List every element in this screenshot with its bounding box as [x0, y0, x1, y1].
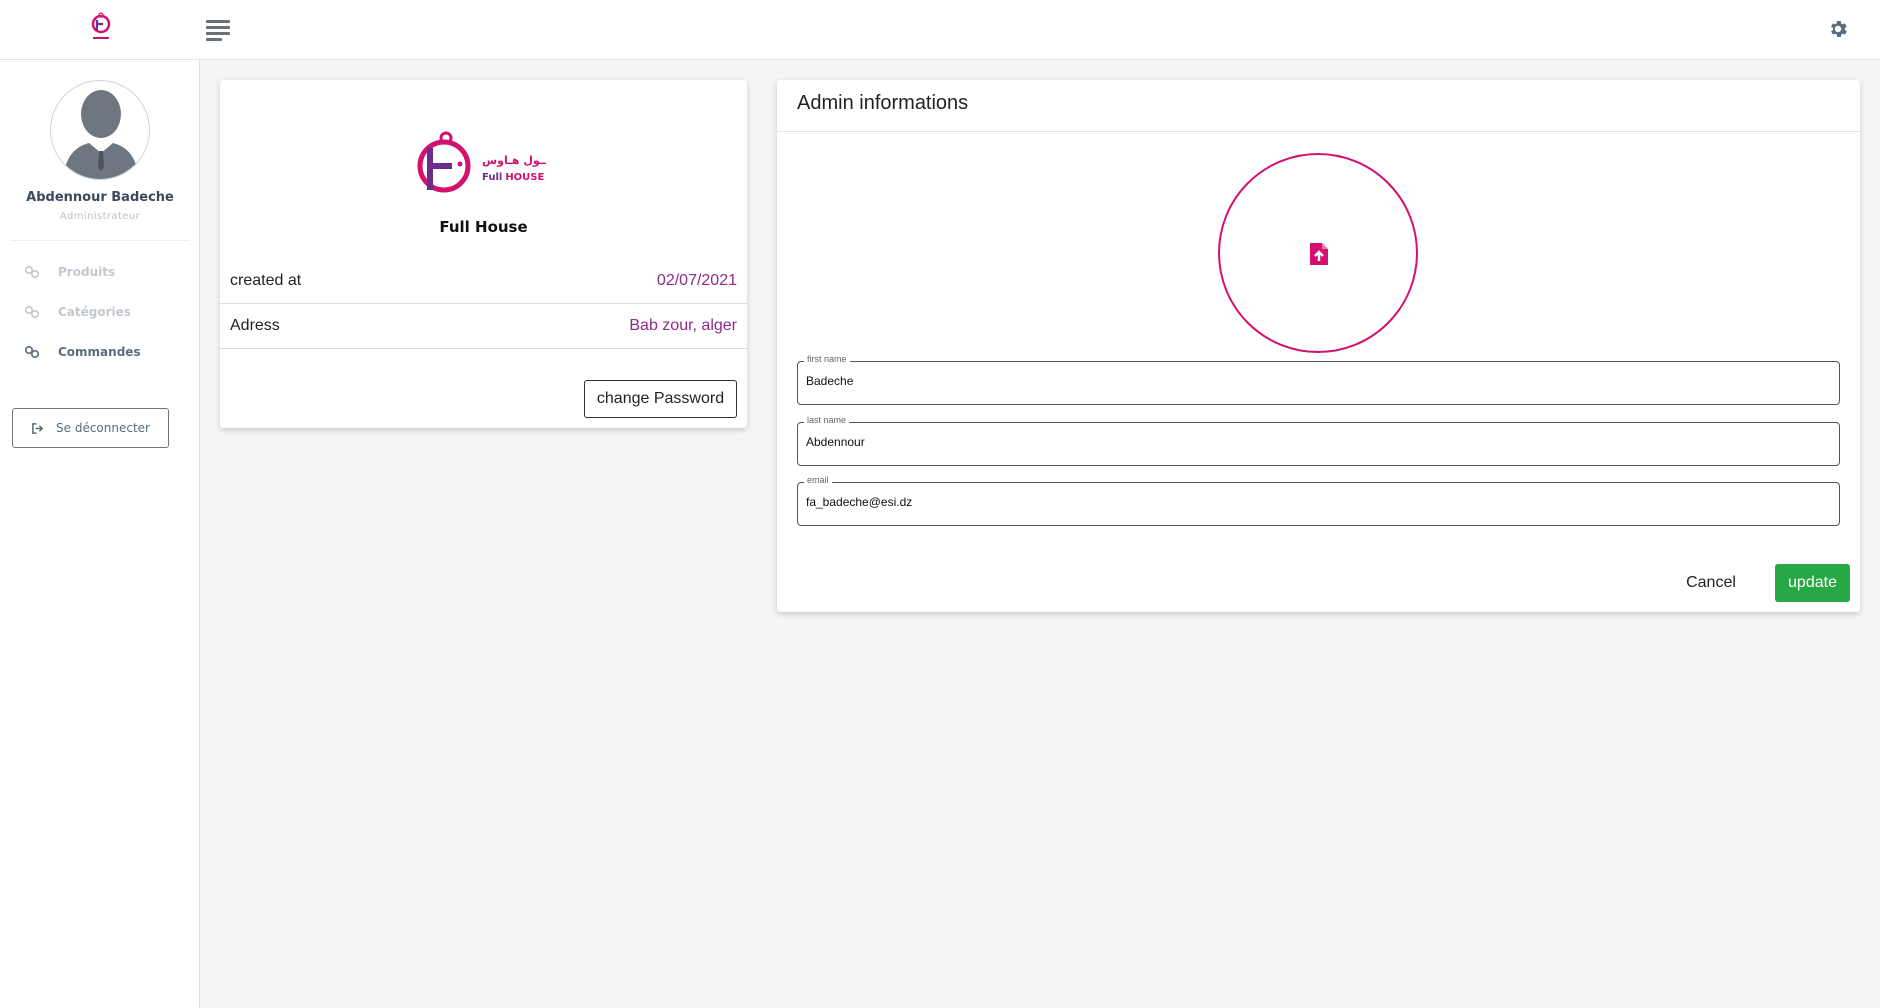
address-label: Adress — [230, 317, 280, 334]
email-field: email — [797, 475, 1840, 526]
admin-info-card: Admin informations first name last name … — [777, 80, 1860, 612]
address-row: Adress Bab zour, alger — [220, 304, 747, 349]
card-header-divider — [777, 131, 1860, 132]
file-upload-icon — [1310, 243, 1328, 265]
update-button[interactable]: update — [1775, 564, 1850, 602]
change-password-button[interactable]: change Password — [584, 380, 737, 418]
first-name-field: first name — [797, 354, 1840, 405]
first-name-label: first name — [804, 354, 850, 364]
address-value: Bab zour, alger — [629, 317, 737, 334]
top-bar — [0, 0, 1880, 60]
sidebar-item-label: Produits — [58, 265, 116, 279]
created-at-value: 02/07/2021 — [656, 272, 737, 289]
link-icon — [24, 265, 40, 279]
email-label: email — [804, 475, 832, 485]
sidebar-divider — [10, 240, 190, 241]
card-title: Admin informations — [797, 92, 969, 114]
brand-logo-small[interactable] — [88, 12, 114, 44]
cancel-button[interactable]: Cancel — [1677, 564, 1745, 602]
avatar-upload-area[interactable] — [1218, 153, 1418, 353]
menu-toggle-icon[interactable] — [206, 20, 230, 42]
link-icon — [24, 345, 40, 359]
link-icon — [24, 305, 40, 319]
logout-button[interactable]: Se déconnecter — [12, 408, 169, 448]
sign-out-icon — [32, 422, 44, 434]
brand-logo-arabic: فــول هـاوس — [482, 154, 546, 167]
company-card: فــول هـاوس FullHOUSE Full House created… — [220, 80, 747, 428]
company-name: Full House — [439, 218, 528, 236]
created-at-label: created at — [230, 272, 302, 289]
sidebar-item-produits[interactable]: Produits — [24, 261, 115, 283]
avatar — [50, 80, 150, 180]
svg-text:FullHOUSE: Full HOUSE — [482, 172, 545, 183]
sidebar: Abdennour Badeche Administrateur Produit… — [0, 60, 200, 1008]
sidebar-item-label: Commandes — [58, 345, 141, 359]
gear-icon[interactable] — [1827, 18, 1849, 40]
user-role: Administrateur — [59, 211, 141, 222]
sidebar-item-label: Catégories — [58, 305, 131, 319]
brand-logo-house: HOUSE — [505, 172, 544, 183]
created-at-row: created at 02/07/2021 — [220, 259, 747, 304]
brand-logo-full: Full — [482, 172, 502, 183]
last-name-input[interactable] — [806, 435, 1826, 449]
last-name-field: last name — [797, 415, 1840, 466]
last-name-label: last name — [804, 415, 850, 425]
sidebar-item-categories[interactable]: Catégories — [24, 301, 131, 323]
brand-logo: فــول هـاوس FullHOUSE — [416, 128, 555, 198]
sidebar-item-commandes[interactable]: Commandes — [24, 341, 141, 363]
user-name: Abdennour Badeche — [26, 190, 174, 205]
email-input[interactable] — [806, 495, 1826, 509]
logout-label: Se déconnecter — [56, 421, 150, 435]
first-name-input[interactable] — [806, 374, 1826, 388]
